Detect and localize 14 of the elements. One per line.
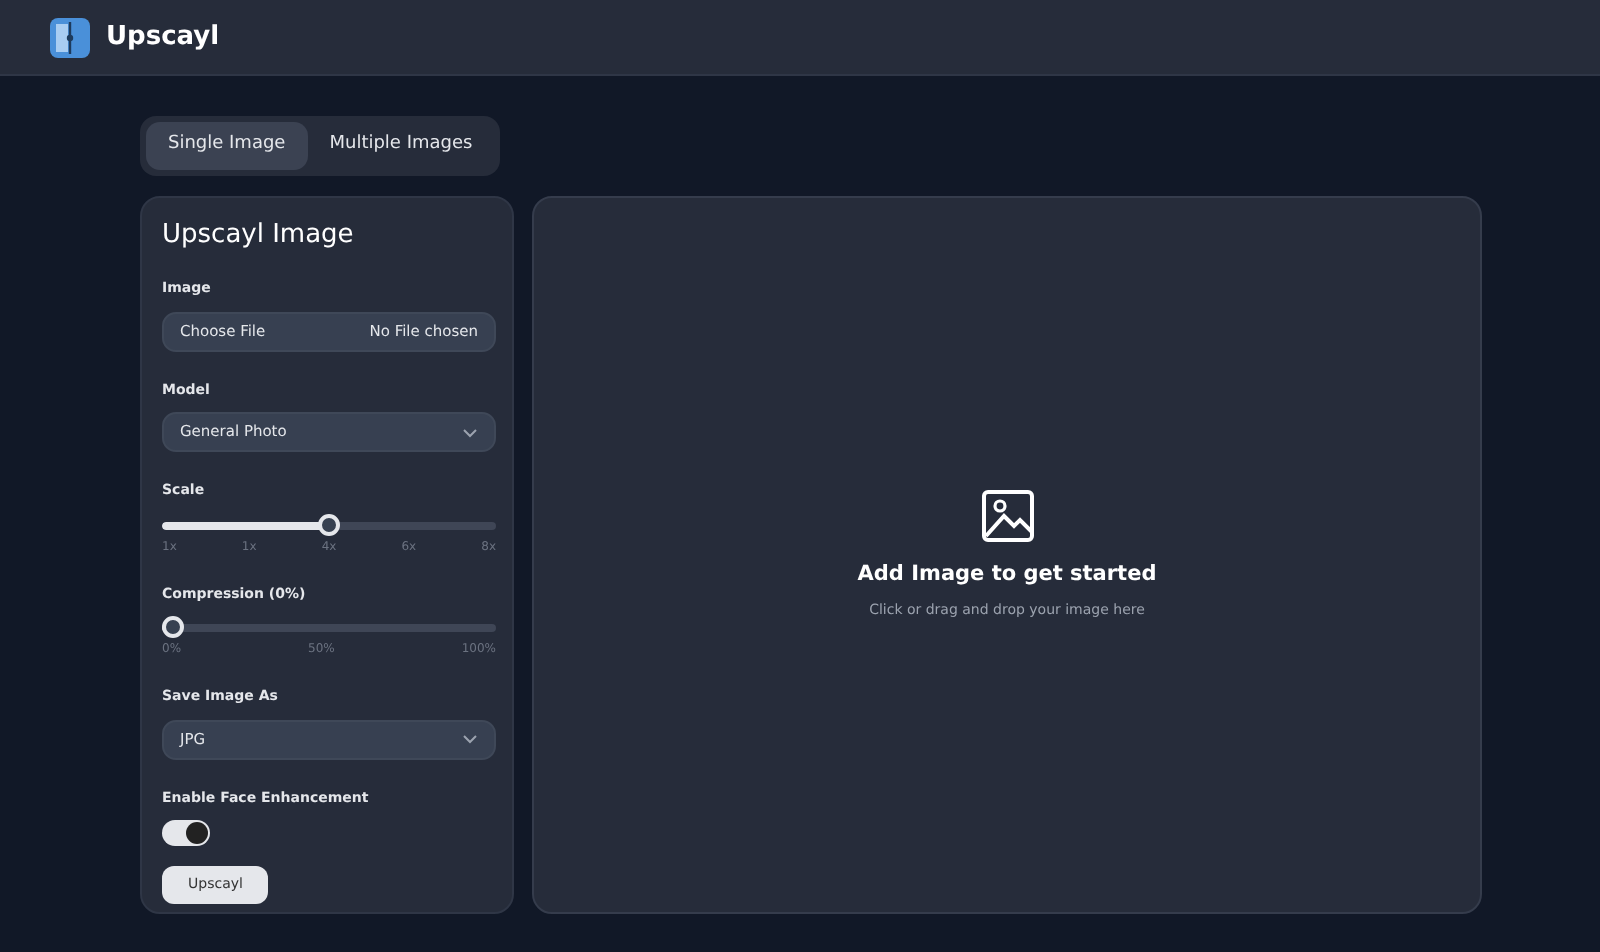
- slider-thumb[interactable]: [318, 513, 340, 535]
- app-logo-icon: [50, 17, 90, 57]
- face-toggle[interactable]: [162, 820, 210, 846]
- dropzone-title: Add Image to get started: [857, 559, 1157, 590]
- chevron-down-icon: [462, 427, 478, 437]
- image-icon: [979, 487, 1035, 544]
- app-title: Upscayl: [106, 19, 220, 56]
- panel-title: Upscayl Image: [162, 217, 356, 253]
- tab[interactable]: Multiple Images: [307, 122, 495, 169]
- tab[interactable]: Single Image: [146, 122, 308, 169]
- slider[interactable]: [162, 513, 496, 535]
- slider-thumb[interactable]: [162, 616, 184, 638]
- slider[interactable]: [162, 616, 496, 638]
- chevron-down-icon: [462, 734, 478, 744]
